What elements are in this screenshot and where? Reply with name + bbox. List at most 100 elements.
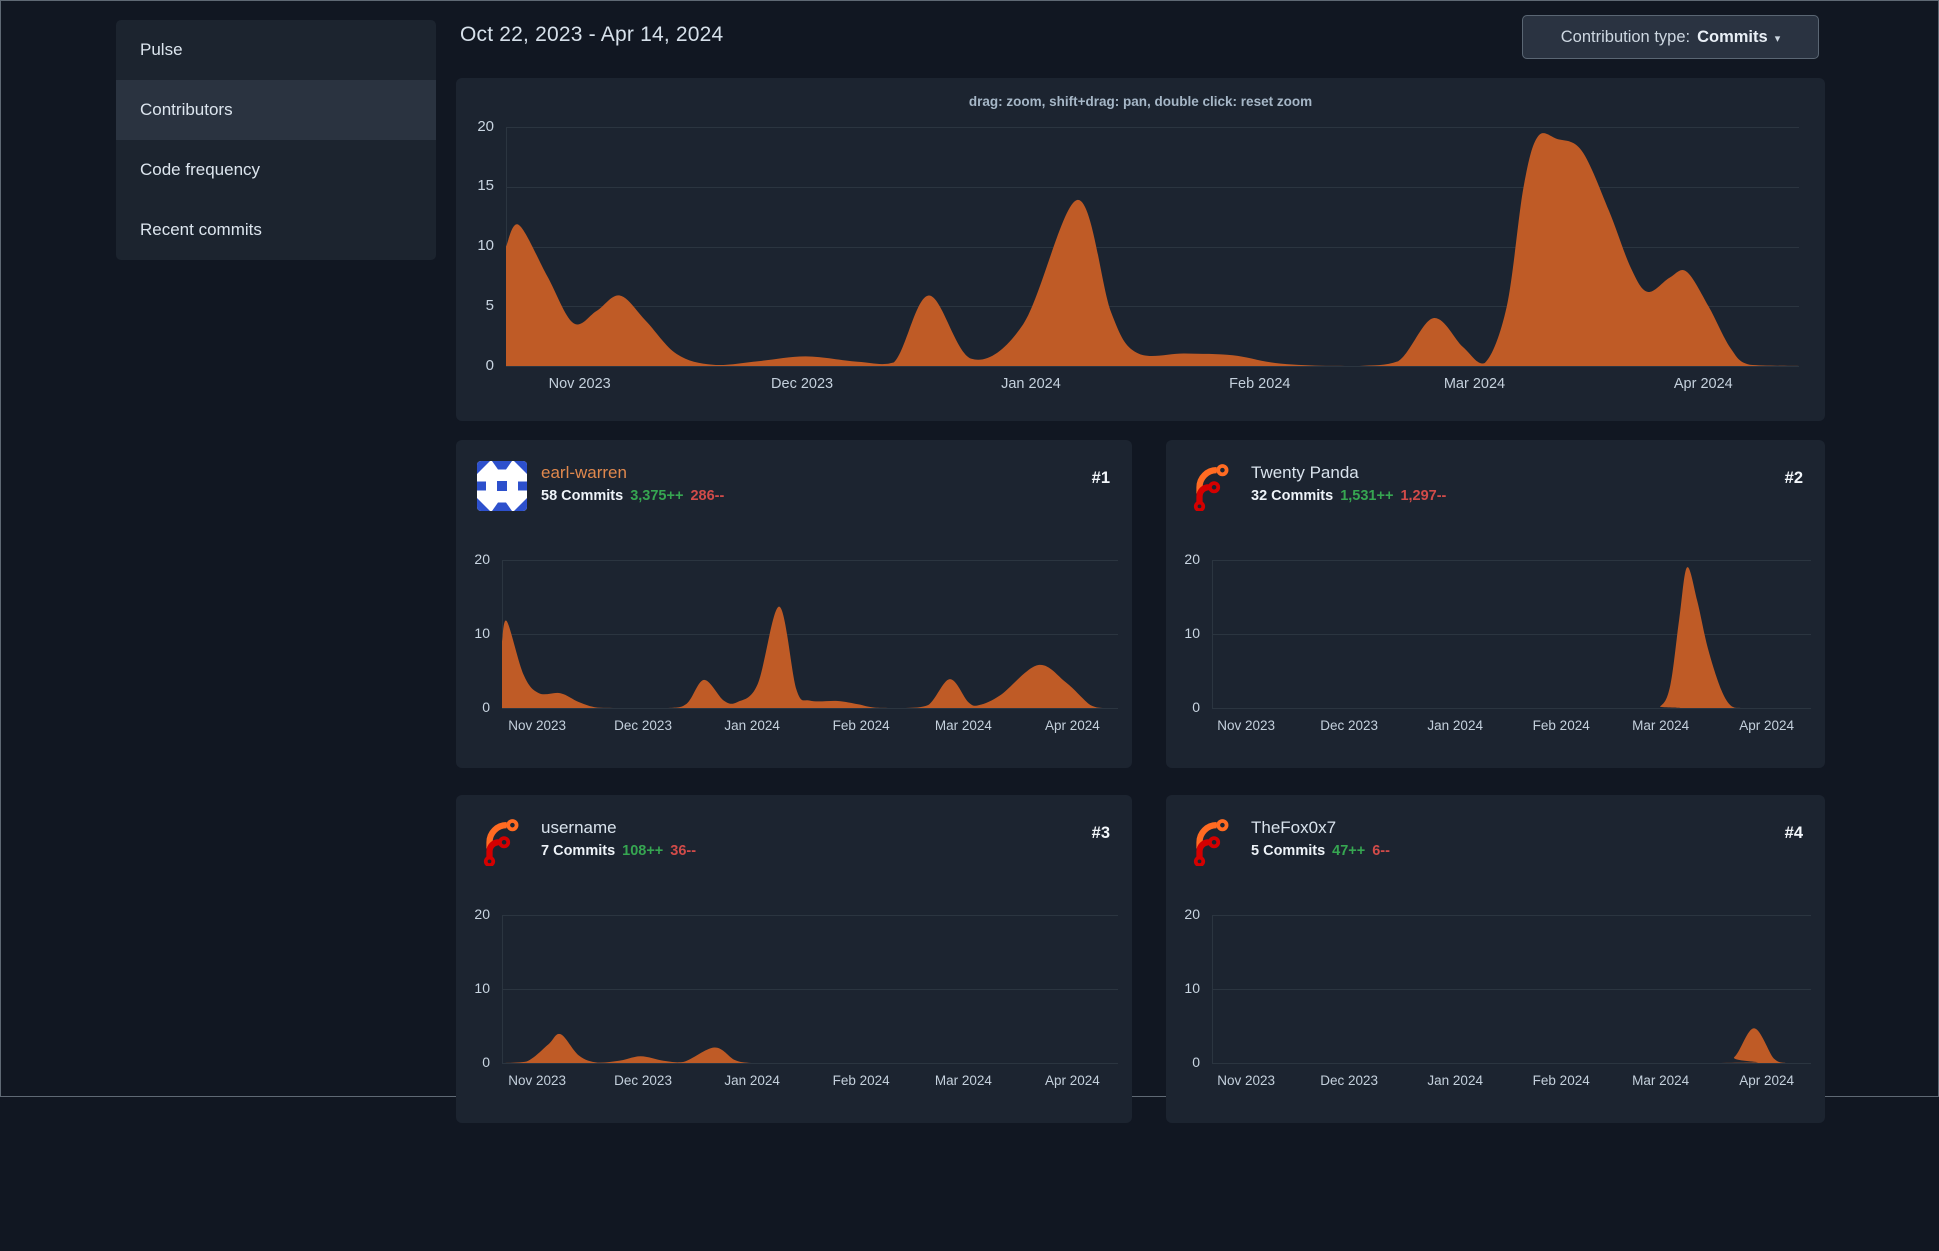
commit-area-svg	[506, 133, 1799, 366]
x-axis-tick-label: Apr 2024	[1739, 1073, 1795, 1088]
sidebar-item-code-frequency[interactable]: Code frequency	[116, 140, 436, 200]
contributor-username[interactable]: Twenty Panda	[1251, 463, 1359, 483]
contributor-rank-badge: #1	[1091, 469, 1110, 487]
chevron-down-icon: ▾	[1774, 32, 1781, 45]
contribution-type-value: Commits	[1697, 27, 1768, 46]
x-axis-tick-label: Jan 2024	[1427, 718, 1483, 733]
commit-area-svg	[1212, 567, 1811, 708]
y-axis-tick-label: 10	[474, 980, 490, 997]
y-axis-tick-label: 0	[485, 356, 494, 374]
y-axis-tick-label: 20	[1184, 551, 1200, 568]
deletions-count: 36--	[670, 843, 697, 859]
x-axis-tick-label: Mar 2024	[934, 718, 992, 733]
x-axis-tick-label: Feb 2024	[832, 718, 890, 733]
contributor-username[interactable]: TheFox0x7	[1251, 818, 1336, 838]
contributor-username[interactable]: username	[541, 818, 617, 838]
x-axis-tick-label: Mar 2024	[1632, 1073, 1690, 1088]
additions-count: 1,531++	[1340, 488, 1394, 504]
x-axis-tick-label: Mar 2024	[1443, 376, 1506, 392]
commit-activity-area	[502, 606, 1118, 708]
contribution-type-label: Contribution type:	[1560, 27, 1691, 46]
deletions-count: 1,297--	[1400, 488, 1447, 504]
contributor-rank-badge: #4	[1784, 824, 1803, 842]
x-axis-tick-label: Apr 2024	[1045, 1073, 1100, 1088]
contributor-card-3: username 7 Commits 108++ 36-- #3 0 10 20 Nov …	[456, 795, 1132, 1123]
contributor-activity-chart[interactable]: 0 10 20 Nov 2023 Dec 2023 Jan 2024 Feb 2024 Mar…	[1166, 895, 1825, 1251]
x-axis-tick-label: Dec 2023	[614, 1073, 672, 1088]
x-axis-tick-label: Dec 2023	[771, 376, 834, 392]
y-axis-tick-label: 0	[482, 1054, 490, 1071]
y-axis-tick-label: 10	[477, 237, 494, 255]
additions-count: 108++	[622, 843, 664, 859]
commit-count: 7 Commits	[541, 843, 616, 859]
commit-activity-panel: drag: zoom, shift+drag: pan, double clic…	[456, 78, 1825, 421]
x-axis-tick-label: Mar 2024	[1632, 718, 1690, 733]
deletions-count: 286--	[690, 488, 725, 504]
contributor-stats: 32 Commits 1,531++ 1,297--	[1251, 488, 1446, 504]
contributor-rank-badge: #2	[1784, 469, 1803, 487]
x-axis-tick-label: Feb 2024	[1229, 376, 1291, 392]
x-axis-tick-label: Dec 2023	[1320, 718, 1379, 733]
y-axis-tick-label: 20	[474, 906, 490, 923]
x-axis-tick-label: Feb 2024	[1532, 718, 1590, 733]
x-axis-tick-label: Mar 2024	[934, 1073, 992, 1088]
y-axis-tick-label: 10	[1184, 980, 1200, 997]
commit-area-svg	[502, 606, 1118, 708]
y-axis-tick-label: 10	[1184, 625, 1200, 642]
x-axis-tick-label: Nov 2023	[508, 1073, 566, 1088]
x-axis-tick-label: Apr 2024	[1045, 718, 1100, 733]
x-axis-tick-label: Dec 2023	[1320, 1073, 1379, 1088]
x-axis-tick-label: Jan 2024	[724, 718, 780, 733]
contributor-activity-chart[interactable]: 0 10 20 Nov 2023 Dec 2023 Jan 2024 Feb 2024 Mar…	[456, 895, 1132, 1251]
commit-activity-area	[502, 1033, 1118, 1063]
x-axis-tick-label: Nov 2023	[1217, 1073, 1276, 1088]
x-axis-tick-label: Apr 2024	[1673, 376, 1733, 392]
contributor-card-4: TheFox0x7 5 Commits 47++ 6-- #4 0 10 20 Nov 2…	[1166, 795, 1825, 1123]
commit-activity-chart[interactable]: 0 5 10 15 20 Nov 2023 Dec 2023 Jan 2024 Feb 2024…	[456, 78, 1825, 421]
x-axis-tick-label: Feb 2024	[832, 1073, 890, 1088]
y-axis-tick-label: 10	[474, 625, 490, 642]
date-range-title: Oct 22, 2023 - Apr 14, 2024	[460, 23, 724, 46]
y-axis-tick-label: 20	[477, 117, 494, 135]
sidebar-item-contributors[interactable]: Contributors	[116, 80, 436, 140]
contributor-username[interactable]: earl-warren	[541, 463, 627, 483]
x-axis-tick-label: Apr 2024	[1739, 718, 1795, 733]
contributor-rank-badge: #3	[1091, 824, 1110, 842]
forgejo-logo-icon[interactable]	[477, 816, 527, 866]
additions-count: 47++	[1332, 843, 1366, 859]
additions-count: 3,375++	[630, 488, 684, 504]
x-axis-tick-label: Feb 2024	[1532, 1073, 1590, 1088]
forgejo-logo-icon[interactable]	[1187, 461, 1237, 511]
commit-activity-area	[506, 133, 1799, 366]
commit-count: 58 Commits	[541, 488, 624, 504]
contributor-stats: 58 Commits 3,375++ 286--	[541, 488, 724, 504]
y-axis-tick-label: 0	[1192, 1054, 1200, 1071]
commit-count: 32 Commits	[1251, 488, 1334, 504]
commit-activity-area	[1212, 567, 1811, 708]
x-axis-tick-label: Jan 2024	[1427, 1073, 1483, 1088]
y-axis-tick-label: 5	[485, 296, 494, 314]
contributor-cards: earl-warren 58 Commits 3,375++ 286-- #1 0 1…	[456, 440, 1825, 1123]
y-axis-tick-label: 15	[477, 177, 494, 195]
y-axis-tick-label: 0	[482, 699, 490, 716]
deletions-count: 6--	[1372, 843, 1390, 859]
contributors-page: { "sidebar": { "items": [ { "label": "Pu…	[0, 0, 1939, 1123]
contributor-card-1: earl-warren 58 Commits 3,375++ 286-- #1 0 1…	[456, 440, 1132, 768]
x-axis-tick-label: Nov 2023	[548, 376, 611, 392]
x-axis-tick-label: Nov 2023	[508, 718, 566, 733]
commit-count: 5 Commits	[1251, 843, 1326, 859]
contribution-type-dropdown[interactable]: Contribution type: Commits ▾	[1522, 15, 1819, 59]
contributor-card-2: Twenty Panda 32 Commits 1,531++ 1,297-- #2…	[1166, 440, 1825, 768]
forgejo-logo-icon[interactable]	[1187, 816, 1237, 866]
commit-activity-area	[1212, 1028, 1811, 1063]
y-axis-tick-label: 20	[1184, 906, 1200, 923]
y-axis-tick-label: 20	[474, 551, 490, 568]
avatar-identicon[interactable]	[477, 461, 527, 511]
commit-area-svg	[502, 1033, 1118, 1063]
contributor-stats: 5 Commits 47++ 6--	[1251, 843, 1390, 859]
sidebar-item-recent-commits[interactable]: Recent commits	[116, 200, 436, 260]
sidebar-item-pulse[interactable]: Pulse	[116, 20, 436, 80]
x-axis-tick-label: Dec 2023	[614, 718, 672, 733]
x-axis-tick-label: Jan 2024	[724, 1073, 780, 1088]
x-axis-tick-label: Nov 2023	[1217, 718, 1276, 733]
